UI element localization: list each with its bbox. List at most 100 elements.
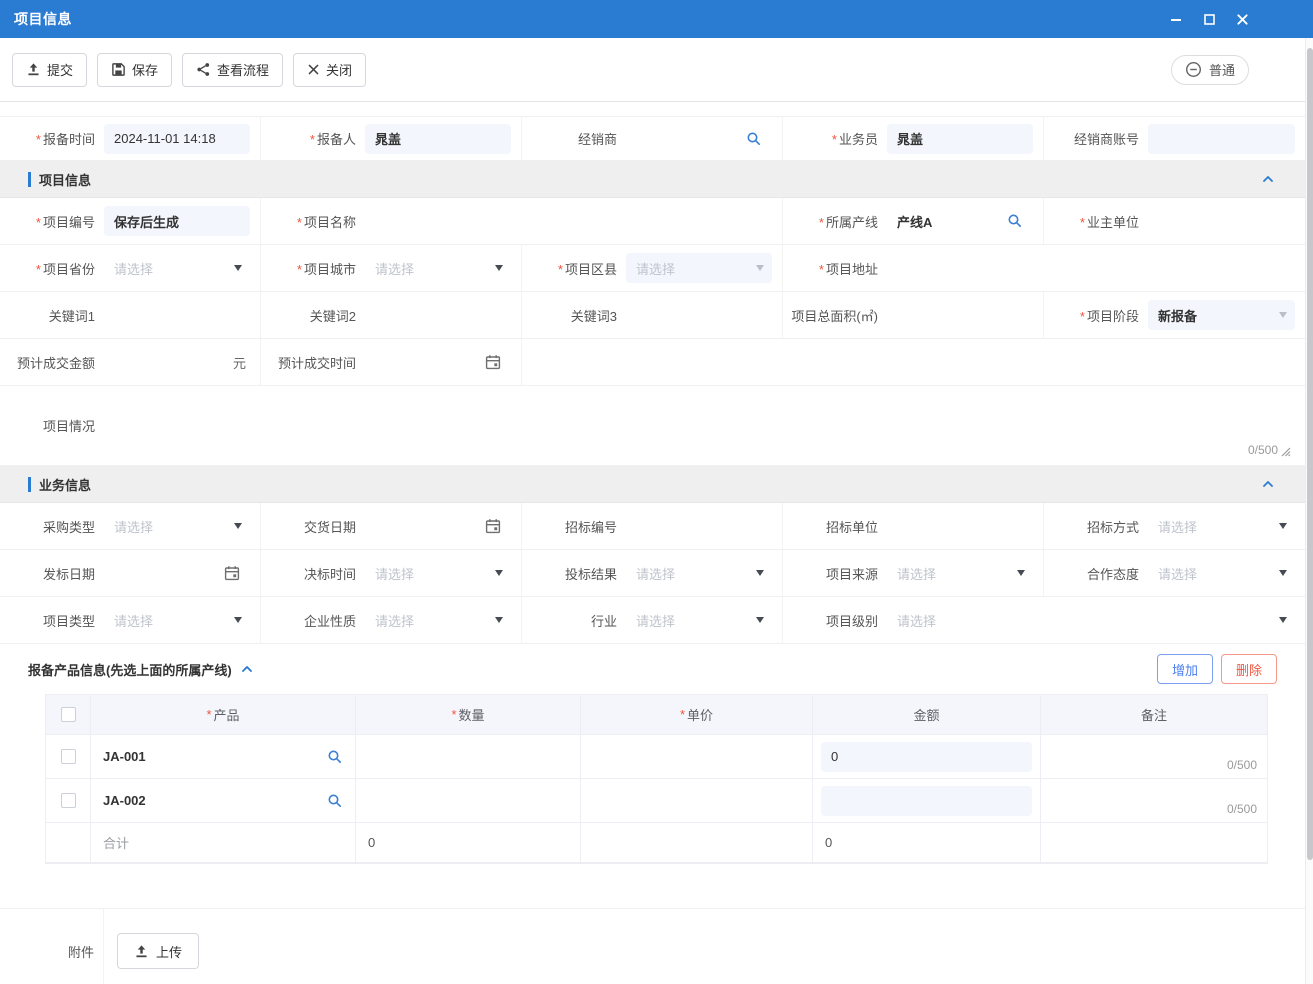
attitude-select[interactable]: 请选择 <box>1148 550 1295 596</box>
scrollbar-thumb[interactable] <box>1307 48 1313 860</box>
maximize-icon <box>1203 13 1216 26</box>
caret-down-icon <box>756 617 764 623</box>
required-mark: * <box>297 215 302 230</box>
remark-cell[interactable]: 0/500 <box>1041 735 1267 779</box>
product-search-button[interactable] <box>327 793 343 809</box>
minimize-button[interactable] <box>1167 10 1185 28</box>
form-row-project-1: *项目编号 保存后生成 *项目名称 *所属产线 产线A *业主单位 <box>0 198 1305 245</box>
field-report-time: *报备时间 2024-11-01 14:18 <box>0 117 261 160</box>
situation-textarea[interactable]: 0/500 <box>104 386 1305 465</box>
field-bid-method: 招标方式 请选择 <box>1044 503 1305 549</box>
project-no-input[interactable]: 保存后生成 <box>104 198 250 244</box>
product-line-search-button[interactable] <box>1007 213 1023 229</box>
collapse-business-button[interactable] <box>1261 477 1275 491</box>
delivery-date-datepicker[interactable] <box>365 503 511 549</box>
level-select[interactable]: 请选择 <box>887 597 1295 643</box>
product-cell[interactable]: JA-002 <box>91 779 356 823</box>
required-mark: * <box>310 132 315 147</box>
province-select[interactable]: 请选择 <box>104 245 250 291</box>
collapse-products-button[interactable] <box>240 662 254 676</box>
city-select[interactable]: 请选择 <box>365 245 511 291</box>
field-award-time: 决标时间 请选择 <box>261 550 522 596</box>
amount-cell[interactable] <box>813 779 1041 823</box>
qty-cell[interactable] <box>356 779 581 823</box>
bid-unit-input[interactable] <box>887 503 1033 549</box>
keyword1-input[interactable] <box>104 292 250 338</box>
keyword3-label: 关键词3 <box>571 309 617 324</box>
collapse-project-button[interactable] <box>1261 172 1275 186</box>
price-cell[interactable] <box>581 735 813 779</box>
reporter-input[interactable]: 晁盖 <box>365 117 511 160</box>
bid-result-select[interactable]: 请选择 <box>626 550 772 596</box>
attachment-label: 附件 <box>0 909 104 984</box>
project-type-select[interactable]: 请选择 <box>104 597 250 643</box>
report-time-value: 2024-11-01 14:18 <box>114 131 216 146</box>
calendar-icon[interactable] <box>224 565 240 581</box>
enterprise-select[interactable]: 请选择 <box>365 597 511 643</box>
add-product-button[interactable]: 增加 <box>1157 654 1213 684</box>
purchase-type-select[interactable]: 请选择 <box>104 503 250 549</box>
section-accent-bar <box>28 172 31 187</box>
upload-button[interactable]: 上传 <box>117 933 199 969</box>
minimize-icon <box>1169 12 1183 26</box>
close-button[interactable]: 关闭 <box>293 53 366 87</box>
stage-select[interactable]: 新报备 <box>1148 292 1295 338</box>
priority-badge[interactable]: 普通 <box>1171 55 1249 85</box>
products-table-header: *产品 *数量 *单价 金额 备注 <box>46 695 1267 735</box>
close-icon <box>307 63 320 76</box>
deal-amount-input[interactable]: 元 <box>104 339 250 385</box>
deal-time-datepicker[interactable] <box>365 339 511 385</box>
source-select[interactable]: 请选择 <box>887 550 1033 596</box>
select-all-checkbox[interactable] <box>61 707 76 722</box>
delete-product-button[interactable]: 删除 <box>1221 654 1277 684</box>
dealer-search-button[interactable] <box>746 131 762 147</box>
view-flow-button[interactable]: 查看流程 <box>182 53 283 87</box>
salesman-input[interactable]: 晁盖 <box>887 117 1033 160</box>
deal-amount-label: 预计成交金额 <box>17 356 95 371</box>
submit-button[interactable]: 提交 <box>12 53 87 87</box>
award-time-select[interactable]: 请选择 <box>365 550 511 596</box>
price-cell[interactable] <box>581 779 813 823</box>
address-input[interactable] <box>887 245 1295 291</box>
resize-grip-icon[interactable] <box>1279 445 1291 457</box>
search-icon <box>327 749 343 765</box>
save-button[interactable]: 保存 <box>97 53 172 87</box>
field-purchase-type: 采购类型 请选择 <box>0 503 261 549</box>
field-bid-result: 投标结果 请选择 <box>522 550 783 596</box>
product-search-button[interactable] <box>327 749 343 765</box>
calendar-icon[interactable] <box>485 518 501 534</box>
field-deal-time: 预计成交时间 <box>261 339 522 385</box>
area-input[interactable] <box>887 292 1033 338</box>
close-window-button[interactable] <box>1233 10 1251 28</box>
row-checkbox[interactable] <box>61 793 76 808</box>
county-label: 项目区县 <box>565 262 617 277</box>
keyword2-input[interactable] <box>365 292 511 338</box>
amount-cell[interactable]: 0 <box>813 735 1041 779</box>
dealer-account-input[interactable] <box>1148 117 1295 160</box>
issue-date-datepicker[interactable] <box>104 550 250 596</box>
bid-no-input[interactable] <box>626 503 772 549</box>
keyword3-input[interactable] <box>626 292 772 338</box>
titlebar: 项目信息 <box>0 0 1313 38</box>
dealer-lookup[interactable] <box>626 117 772 160</box>
vertical-scrollbar[interactable] <box>1305 38 1313 984</box>
product-line-lookup[interactable]: 产线A <box>887 198 1033 244</box>
project-name-input[interactable] <box>365 198 772 244</box>
owner-unit-input[interactable] <box>1148 198 1295 244</box>
report-time-input[interactable]: 2024-11-01 14:18 <box>104 117 250 160</box>
calendar-icon[interactable] <box>485 354 501 370</box>
county-select[interactable]: 请选择 <box>626 245 772 291</box>
row-checkbox[interactable] <box>61 749 76 764</box>
form-row-business-2: 发标日期 决标时间 请选择 投标结果 请选择 项目来源 请选择 合作态度 请选择 <box>0 550 1305 597</box>
col-qty-header: 数量 <box>459 705 485 724</box>
bid-method-select[interactable]: 请选择 <box>1148 503 1295 549</box>
form-row-report: *报备时间 2024-11-01 14:18 *报备人 晁盖 经销商 *业务员 … <box>0 117 1305 161</box>
section-business-info: 业务信息 <box>0 466 1305 503</box>
product-cell[interactable]: JA-001 <box>91 735 356 779</box>
source-placeholder: 请选择 <box>887 564 1017 583</box>
remark-cell[interactable]: 0/500 <box>1041 779 1267 823</box>
industry-select[interactable]: 请选择 <box>626 597 772 643</box>
county-placeholder: 请选择 <box>626 259 756 278</box>
qty-cell[interactable] <box>356 735 581 779</box>
maximize-button[interactable] <box>1200 10 1218 28</box>
